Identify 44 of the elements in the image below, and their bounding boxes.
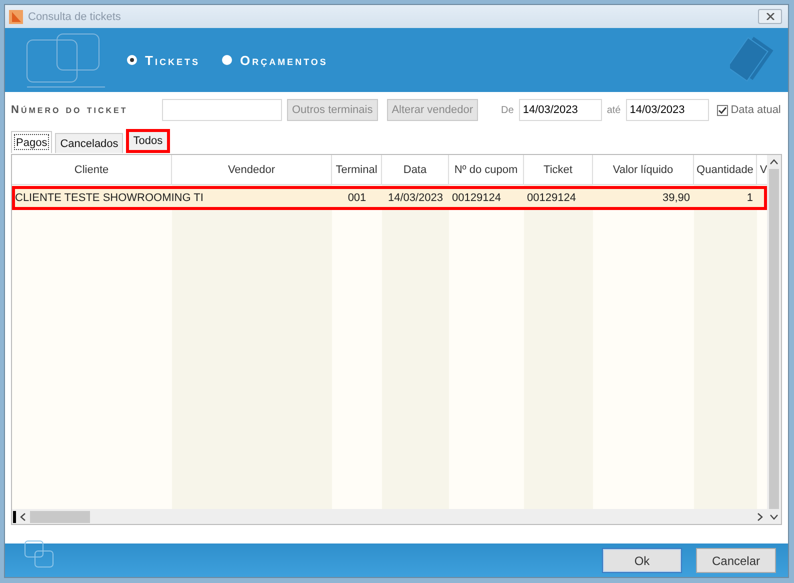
tab[interactable]: Pagos	[11, 131, 52, 153]
app-icon	[9, 10, 23, 24]
vertical-scrollbar[interactable]	[767, 155, 781, 524]
tab[interactable]: Todos	[126, 129, 170, 153]
dialog-button[interactable]: Ok	[602, 548, 682, 573]
checkbox-label: Data atual	[730, 104, 781, 116]
column-header[interactable]: Nº do cupom	[449, 155, 524, 184]
checkbox[interactable]	[716, 104, 728, 116]
horizontal-scrollbar[interactable]	[12, 509, 767, 524]
ticket-number-field[interactable]	[162, 99, 282, 121]
column-header[interactable]: Data	[382, 155, 449, 184]
mode-radio[interactable]: Orçamentos	[222, 52, 328, 68]
mode-radio[interactable]: Tickets	[127, 52, 200, 68]
column-header[interactable]: Ticket	[524, 155, 593, 184]
table-cell-text: 001	[346, 191, 368, 205]
date-to-field[interactable]: 14/03/2023	[626, 99, 709, 121]
column-header[interactable]: Vendedor	[172, 155, 332, 184]
date-from-label: De	[501, 104, 514, 116]
column-header[interactable]: Terminal	[332, 155, 382, 184]
table-row[interactable]: CLIENTE TESTE SHOWROOMING TI 001 14/03/2023 00129124 00129124 39,90 1	[12, 186, 767, 210]
table-cell-text: 14/03/2023	[386, 191, 444, 205]
date-to-label: até	[606, 104, 621, 116]
table-cell-text: 1	[746, 191, 754, 205]
scrollbar-thumb[interactable]	[30, 510, 90, 522]
table-cell-text: 39,90	[661, 191, 691, 205]
table-cell-text: CLIENTE TESTE SHOWROOMING TI	[14, 191, 204, 205]
column-header[interactable]: Quantidade	[694, 155, 757, 184]
logo-icon	[25, 32, 105, 88]
dialog-button[interactable]: Cancelar	[696, 548, 776, 573]
window-title: Consulta de tickets	[28, 10, 122, 22]
scroll-left-icon[interactable]	[20, 512, 26, 520]
scroll-right-icon[interactable]	[757, 512, 763, 520]
ticket-number-label: Número do ticket	[11, 104, 129, 116]
column-header[interactable]: Valor líquido	[593, 155, 694, 184]
close-button[interactable]	[758, 9, 782, 24]
scroll-down-icon[interactable]	[770, 514, 778, 520]
table-cell-text: 00129124	[526, 191, 577, 205]
scrollbar-thumb[interactable]	[769, 169, 779, 509]
column-header[interactable]: Cliente	[12, 155, 172, 184]
table-cell-text: 00129124	[451, 191, 502, 205]
tab[interactable]: Cancelados	[55, 133, 124, 153]
close-icon	[766, 13, 774, 20]
scroll-up-icon[interactable]	[770, 159, 778, 165]
date-from-field[interactable]: 14/03/2023	[518, 99, 602, 121]
